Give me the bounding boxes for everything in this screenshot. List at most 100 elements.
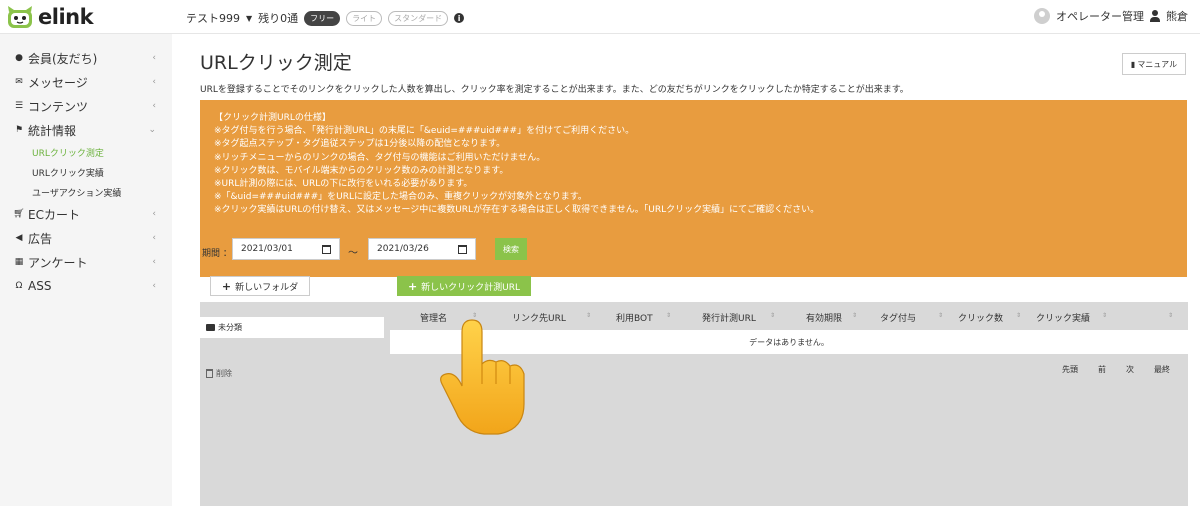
operator-management-link[interactable]: オペレーター管理	[1056, 8, 1144, 24]
pager-next[interactable]: 次	[1126, 364, 1134, 375]
book-icon: ▮	[1130, 59, 1136, 69]
notice-line: ※クリック実績はURLの付け替え、又はメッセージ中に複数URLが存在する場合は正…	[214, 205, 820, 216]
user-icon	[1150, 10, 1160, 22]
user-name[interactable]: 熊倉	[1166, 8, 1188, 24]
caret-down-icon[interactable]: ▼	[246, 14, 252, 23]
avatar[interactable]	[1034, 8, 1050, 24]
page-title: URLクリック測定	[200, 52, 352, 74]
pointing-hand-icon	[440, 319, 525, 435]
url-list-panel: 未分類 削除 管理名 ⇕ リンク先URL ⇕ 利用BOT ⇕ 発行計測URL ⇕…	[200, 302, 1188, 506]
sidebar-item-ads[interactable]: ◀ 広告 ‹	[0, 226, 172, 250]
notice-line: ※クリック数は、モバイル端末からのクリック数のみの計測となります。	[214, 165, 509, 176]
notice-line: ※タグ付与を行う場合、「発行計測URL」の末尾に「&euid=###uid###…	[214, 126, 635, 137]
pager-prev[interactable]: 前	[1098, 364, 1106, 375]
sidebar-item-label: ASS	[28, 279, 52, 293]
folder-item-uncategorized[interactable]: 未分類	[200, 317, 384, 338]
column-header-expiry[interactable]: 有効期限	[806, 311, 842, 324]
notice-line: ※「&uid=###uid###」をURLに設定した場合のみ、重複クリックが対象…	[214, 192, 587, 203]
notice-line: 【クリック計測URLの仕様】	[214, 113, 331, 123]
top-right-menu: オペレーター管理 熊倉	[1034, 8, 1188, 24]
date-to-input[interactable]: 2021/03/26	[368, 238, 476, 260]
search-button[interactable]: 検索	[495, 238, 527, 260]
new-folder-label: 新しいフォルダ	[235, 282, 299, 293]
column-header-click-count[interactable]: クリック数	[958, 311, 1003, 324]
logo-text: elink	[38, 5, 94, 29]
trash-icon	[206, 369, 213, 378]
folder-open-icon	[206, 324, 215, 331]
pager-first[interactable]: 先頭	[1062, 364, 1078, 375]
plan-badge-light: ライト	[346, 10, 383, 26]
column-header-tag[interactable]: タグ付与	[880, 311, 916, 324]
remaining-messages: 残り0通	[258, 12, 299, 25]
pager-last[interactable]: 最終	[1154, 364, 1170, 375]
page-description: URLを登録することでそのリンクをクリックした人数を算出し、クリック率を測定する…	[200, 85, 909, 95]
sidebar-item-messages[interactable]: ✉ メッセージ ‹	[0, 70, 172, 94]
column-header-click-results[interactable]: クリック実績	[1036, 311, 1090, 324]
sidebar-item-members[interactable]: ● 会員(友だち) ‹	[0, 46, 172, 70]
plus-icon: +	[407, 279, 418, 293]
date-from-value: 2021/03/01	[241, 244, 293, 254]
top-bar: elink テスト999 ▼ 残り0通 フリー ライト スタンダード i オペレ…	[0, 0, 1200, 34]
info-icon[interactable]: i	[454, 13, 465, 23]
range-separator: 〜	[348, 248, 358, 259]
chevron-left-icon: ‹	[152, 281, 156, 291]
sort-icon[interactable]: ⇕	[852, 312, 857, 319]
keyboard-icon: ▦	[14, 257, 24, 267]
period-label: 期間 ：	[202, 249, 232, 259]
calendar-icon[interactable]	[322, 245, 331, 254]
new-click-url-button[interactable]: + 新しいクリック計測URL	[397, 276, 531, 296]
sort-icon[interactable]: ⇕	[1168, 312, 1173, 319]
sort-icon[interactable]: ⇕	[586, 312, 591, 319]
chevron-left-icon: ‹	[152, 209, 156, 219]
chevron-left-icon: ‹	[152, 257, 156, 267]
plus-icon: +	[221, 279, 232, 293]
calendar-icon[interactable]	[458, 245, 467, 254]
sort-icon[interactable]: ⇕	[770, 312, 775, 319]
sidebar-item-survey[interactable]: ▦ アンケート ‹	[0, 250, 172, 274]
date-from-input[interactable]: 2021/03/01	[232, 238, 340, 260]
chevron-left-icon: ‹	[152, 53, 156, 63]
sidebar: ● 会員(友だち) ‹ ✉ メッセージ ‹ ☰ コンテンツ ‹ ⚑ 統計情報 ⌄…	[0, 34, 172, 506]
account-switcher[interactable]: テスト999 ▼ 残り0通 フリー ライト スタンダード i	[186, 10, 465, 26]
sort-icon[interactable]: ⇕	[666, 312, 671, 319]
folder-name: 未分類	[218, 323, 242, 332]
sidebar-item-statistics[interactable]: ⚑ 統計情報 ⌄	[0, 118, 172, 142]
column-header-bot[interactable]: 利用BOT	[616, 311, 653, 324]
sidebar-item-label: 会員(友だち)	[28, 51, 98, 66]
chevron-down-icon: ⌄	[148, 125, 156, 135]
chevron-left-icon: ‹	[152, 101, 156, 111]
flag-icon: ⚑	[14, 125, 24, 135]
plan-badge-free: フリー	[304, 10, 341, 26]
plan-badge-standard: スタンダード	[388, 10, 449, 26]
column-header-issued-url[interactable]: 発行計測URL	[702, 311, 756, 324]
sort-icon[interactable]: ⇕	[1016, 312, 1021, 319]
notice-line: ※タグ起点ステップ・タグ追従ステップは1分後以降の配信となります。	[214, 139, 506, 150]
notice-line: ※URL計測の際には、URLの下に改行をいれる必要があります。	[214, 179, 473, 190]
sidebar-item-label: ECカート	[28, 207, 80, 222]
notice-line: ※リッチメニューからのリンクの場合、タグ付与の機能はご利用いただけません。	[214, 152, 546, 163]
sidebar-subitem-user-action-results[interactable]: ユーザアクション実績	[0, 182, 172, 202]
sidebar-item-contents[interactable]: ☰ コンテンツ ‹	[0, 94, 172, 118]
delete-button[interactable]: 削除	[206, 368, 232, 379]
chevron-left-icon: ‹	[152, 233, 156, 243]
envelope-icon: ✉	[15, 77, 23, 87]
sort-icon[interactable]: ⇕	[1102, 312, 1107, 319]
user-icon: ●	[15, 53, 23, 63]
bullhorn-icon: ◀	[15, 233, 23, 243]
sidebar-item-label: 統計情報	[28, 123, 77, 138]
sidebar-item-label: アンケート	[28, 255, 88, 270]
sidebar-subitem-url-click-results[interactable]: URLクリック実績	[0, 162, 172, 182]
sidebar-subitem-url-click-measure[interactable]: URLクリック測定	[0, 142, 172, 162]
sidebar-item-label: コンテンツ	[28, 99, 89, 114]
delete-label: 削除	[216, 369, 232, 378]
sidebar-item-label: 広告	[28, 231, 53, 246]
sidebar-item-ass[interactable]: Ω ASS ‹	[0, 274, 172, 298]
sidebar-item-ec-cart[interactable]: 🛒︎ ECカート ‹	[0, 202, 172, 226]
new-folder-button[interactable]: + 新しいフォルダ	[210, 276, 310, 296]
manual-button-label: マニュアル	[1137, 59, 1178, 69]
logo[interactable]: elink	[6, 4, 94, 30]
new-click-url-label: 新しいクリック計測URL	[421, 282, 521, 293]
manual-button[interactable]: ▮ マニュアル	[1122, 53, 1186, 75]
sort-icon[interactable]: ⇕	[938, 312, 943, 319]
account-name[interactable]: テスト999	[186, 10, 240, 26]
